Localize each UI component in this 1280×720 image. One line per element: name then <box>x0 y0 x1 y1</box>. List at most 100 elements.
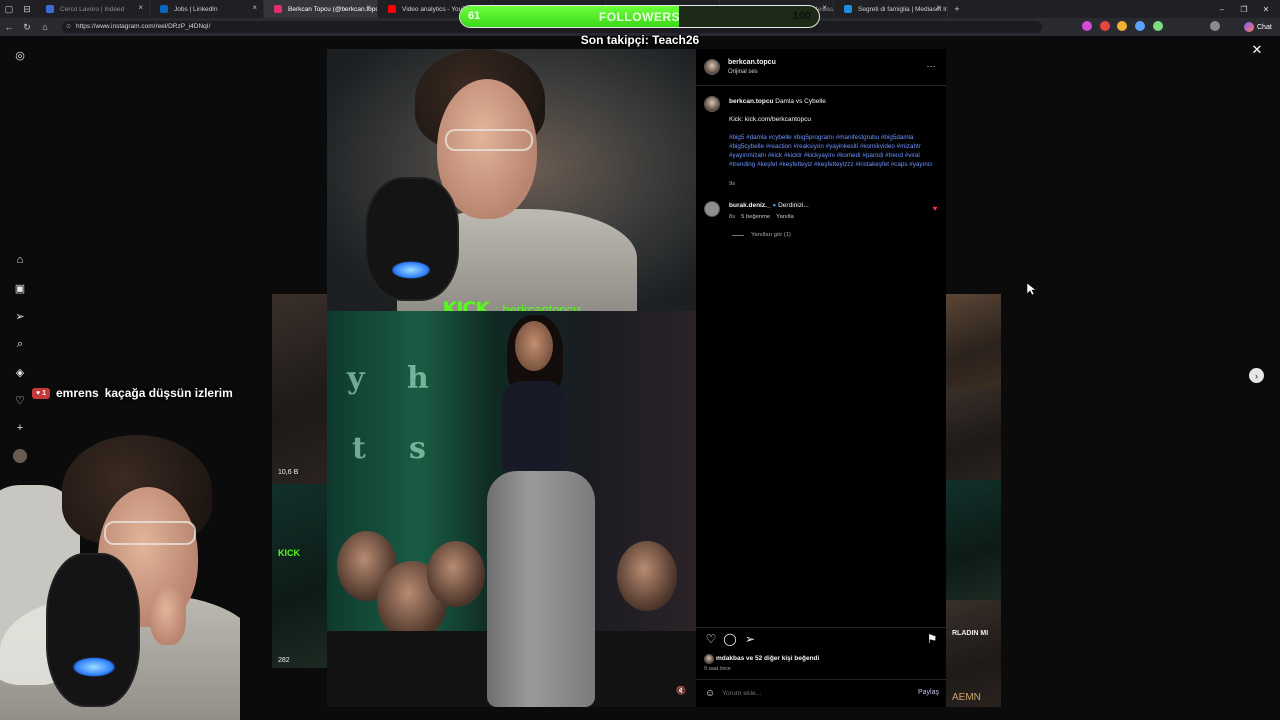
streamer-camera <box>327 49 696 319</box>
chat-username: emrens <box>56 386 99 400</box>
new-tab-button[interactable]: + <box>948 0 966 18</box>
reel-thumbnail[interactable] <box>946 480 1001 600</box>
thumb-caption: RLADIN MI <box>952 630 989 637</box>
reload-icon[interactable]: ↻ <box>18 18 36 36</box>
comment-username[interactable]: burak.deniz._ <box>729 202 771 209</box>
tab-close-icon[interactable]: × <box>252 3 257 12</box>
glasses <box>104 521 196 545</box>
author-username[interactable]: berkcan.topcu <box>728 59 776 66</box>
caption-line: berkcan.topcu Damla vs Cybelle <box>729 97 939 106</box>
author-avatar[interactable] <box>704 59 720 75</box>
instagram-logo-icon[interactable]: ◎ <box>13 48 27 62</box>
reel-thumbnail[interactable]: KICK 282 <box>272 484 327 668</box>
tab-favicon-icon <box>274 5 282 13</box>
thumb-caption: AEMN <box>952 692 981 703</box>
reply-button[interactable]: Yanıtla <box>776 214 794 220</box>
extension-icon[interactable] <box>1100 21 1110 31</box>
extension-icon[interactable] <box>1153 21 1163 31</box>
home-icon[interactable]: ⌂ <box>13 253 27 267</box>
tab-search-icon[interactable]: ⊟ <box>18 0 36 18</box>
tab-close-icon[interactable]: × <box>138 3 143 12</box>
heart-badge-icon: ♥ 1 <box>32 387 50 399</box>
post-time: 9 saat önce <box>704 666 731 672</box>
maximize-button[interactable]: ❐ <box>1234 0 1254 18</box>
caption-username[interactable]: berkcan.topcu <box>729 98 773 105</box>
tab-close-icon[interactable]: × <box>366 3 371 12</box>
home-icon[interactable]: ⌂ <box>36 18 54 36</box>
neon-letter: h <box>407 361 429 396</box>
comment-icon[interactable]: ◯ <box>723 632 737 646</box>
browser-tab[interactable]: Berkcan Topcu (@berkcan.topcu) × <box>264 0 378 18</box>
caption-hashtags[interactable]: #big5 #damla #cybelle #big5programı #man… <box>729 133 944 169</box>
reel-thumbnail[interactable]: 10,6 B <box>272 294 327 484</box>
like-heart-icon[interactable]: ♡ <box>704 632 718 646</box>
tab-label: Segreti di famiglia | Mediaset In <box>858 5 948 13</box>
close-icon[interactable]: ✕ <box>1250 42 1264 57</box>
bookmark-icon[interactable]: ⚑ <box>925 632 939 646</box>
caption-kick-link: Kick: kick.com/berkcantopcu <box>729 116 812 123</box>
reels-icon[interactable]: ▣ <box>13 281 27 295</box>
view-replies-button[interactable]: Yanıtları gör (1) <box>751 232 791 238</box>
extension-icon[interactable] <box>1135 21 1145 31</box>
reel-thumbnail[interactable] <box>946 294 1001 388</box>
commenter-avatar[interactable] <box>704 201 720 217</box>
browser-tab[interactable]: Cerco Lavoro | Indeed × <box>36 0 150 18</box>
view-count: 282 <box>278 657 290 664</box>
extension-icon[interactable] <box>1117 21 1127 31</box>
hand <box>150 585 186 645</box>
liker-avatar[interactable] <box>704 654 714 664</box>
glasses <box>445 129 533 151</box>
extension-icon[interactable] <box>1082 21 1092 31</box>
search-icon[interactable]: ⌕ <box>13 337 27 351</box>
likes-summary[interactable]: mdakbas ve 52 diğer kişi beğendi <box>716 654 819 663</box>
followers-current: 61 <box>468 10 481 22</box>
chat-button[interactable]: Chat <box>1244 21 1272 33</box>
comment-likes[interactable]: 5 beğenme <box>741 214 770 220</box>
tab-label: Jobs | LinkedIn <box>174 5 218 13</box>
tab-label: Cerco Lavoro | Indeed <box>60 5 125 13</box>
muted-speaker-icon[interactable]: 🔇 <box>676 686 688 698</box>
comment-input[interactable] <box>722 687 902 699</box>
stream-chat-message: ♥ 1 emrens kaçağa düşsün izlerim <box>32 384 233 402</box>
tab-close-icon[interactable]: × <box>822 3 827 12</box>
comment-line: burak.deniz._ ● Derdinizi... <box>729 201 809 210</box>
tab-favicon-icon <box>160 5 168 13</box>
caption-time: 9s <box>729 181 736 187</box>
followers-label: FOLLOWERS <box>598 10 681 24</box>
share-comment-button[interactable]: Paylaş <box>918 689 939 696</box>
liked-heart-icon[interactable]: ♥ <box>928 201 942 215</box>
post-panel: berkcan.topcu Orijinal ses ··· berkcan.t… <box>696 49 946 707</box>
more-horizontal-icon[interactable]: ··· <box>924 59 938 73</box>
browser-tab[interactable]: Segreti di famiglia | Mediaset In × <box>834 0 948 18</box>
messages-icon[interactable]: ➢ <box>13 309 27 323</box>
window-close-button[interactable]: ✕ <box>1256 0 1276 18</box>
tab-favicon-icon <box>388 5 396 13</box>
followers-goal: 100 <box>792 10 811 22</box>
ai-chat-icon <box>1244 22 1254 32</box>
neon-letter: y <box>347 361 365 396</box>
neon-letter: s <box>409 431 426 466</box>
reel-video[interactable]: KICK : berkcantopcu y h t s 🔇 <box>327 49 696 707</box>
chevron-right-icon[interactable]: › <box>1249 368 1264 383</box>
reel-thumbnail[interactable] <box>946 388 1001 480</box>
author-avatar[interactable] <box>704 96 720 112</box>
browser-tab[interactable]: Jobs | LinkedIn × <box>150 0 264 18</box>
minimize-button[interactable]: – <box>1212 0 1232 18</box>
heart-icon[interactable]: ♡ <box>13 393 27 407</box>
profile-avatar[interactable] <box>1210 21 1220 31</box>
mouse-cursor-icon <box>1027 283 1036 295</box>
streamer-facecam <box>0 425 240 720</box>
verified-badge-icon: ● <box>772 202 777 209</box>
neon-letter: t <box>352 431 366 466</box>
reel-thumbnail[interactable]: RLADIN MI AEMN <box>946 600 1001 707</box>
emoji-icon[interactable]: ☺ <box>703 686 717 700</box>
back-arrow-icon[interactable]: ← <box>0 18 18 36</box>
comment-time: 8s <box>729 214 736 220</box>
clip-footage: y h t s <box>327 311 696 707</box>
tab-close-icon[interactable]: × <box>936 3 941 12</box>
explore-icon[interactable]: ◈ <box>13 365 27 379</box>
tab-actions-icon[interactable]: ▢ <box>0 0 18 18</box>
audio-label[interactable]: Orijinal ses <box>728 69 758 75</box>
site-info-icon[interactable]: ⊙ <box>66 21 71 33</box>
share-icon[interactable]: ➢ <box>743 632 757 646</box>
